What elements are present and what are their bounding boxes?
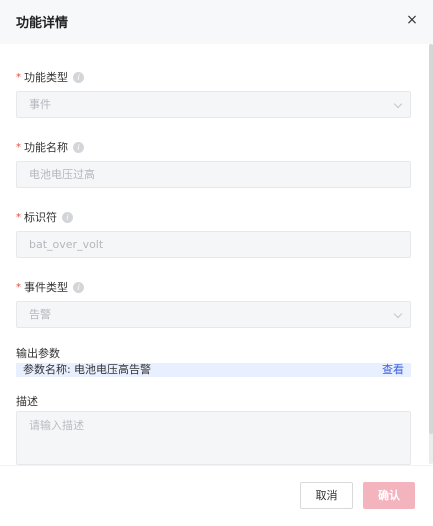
required-mark: * xyxy=(16,211,21,223)
scrollbar-thumb[interactable] xyxy=(429,44,433,434)
function-name-label-text: 功能名称 xyxy=(24,141,68,154)
chevron-down-icon xyxy=(393,309,403,319)
dialog-header: 功能详情 × xyxy=(0,0,433,44)
confirm-button[interactable]: 确认 xyxy=(363,482,415,509)
event-type-label: * 事件类型 i xyxy=(16,279,84,295)
info-icon[interactable]: i xyxy=(73,281,84,293)
function-type-value: 事件 xyxy=(29,98,51,111)
param-name-value: 电池电压高告警 xyxy=(74,363,151,376)
event-type-label-text: 事件类型 xyxy=(24,281,68,294)
footer-divider xyxy=(0,465,433,466)
cancel-button[interactable]: 取消 xyxy=(300,482,353,509)
function-name-value: 电池电压过高 xyxy=(29,168,95,181)
identifier-label-text: 标识符 xyxy=(24,211,57,224)
event-type-value: 告警 xyxy=(29,308,51,321)
info-icon[interactable]: i xyxy=(73,141,84,153)
identifier-value: bat_over_volt xyxy=(29,238,104,251)
function-name-input[interactable]: 电池电压过高 xyxy=(16,161,411,188)
required-mark: * xyxy=(16,71,21,83)
output-param-row: 参数名称: 电池电压高告警 查看 xyxy=(16,363,411,377)
view-link[interactable]: 查看 xyxy=(382,363,404,377)
close-icon[interactable]: × xyxy=(403,11,421,29)
event-type-select[interactable]: 告警 xyxy=(16,301,411,328)
dialog-title: 功能详情 xyxy=(16,16,69,31)
required-mark: * xyxy=(16,141,21,153)
function-name-label: * 功能名称 i xyxy=(16,139,84,155)
identifier-label: * 标识符 i xyxy=(16,209,73,225)
description-textarea[interactable]: 请输入描述 xyxy=(16,411,411,465)
description-label: 描述 xyxy=(16,395,38,408)
info-icon[interactable]: i xyxy=(73,71,84,83)
required-mark: * xyxy=(16,281,21,293)
scrollbar[interactable] xyxy=(429,44,433,464)
output-params-label: 输出参数 xyxy=(16,347,60,360)
chevron-down-icon xyxy=(393,99,403,109)
function-type-select[interactable]: 事件 xyxy=(16,91,411,118)
info-icon[interactable]: i xyxy=(62,211,73,223)
function-type-label-text: 功能类型 xyxy=(24,71,68,84)
identifier-input[interactable]: bat_over_volt xyxy=(16,231,411,258)
param-name-key: 参数名称: xyxy=(23,363,71,376)
function-type-label: * 功能类型 i xyxy=(16,69,84,85)
